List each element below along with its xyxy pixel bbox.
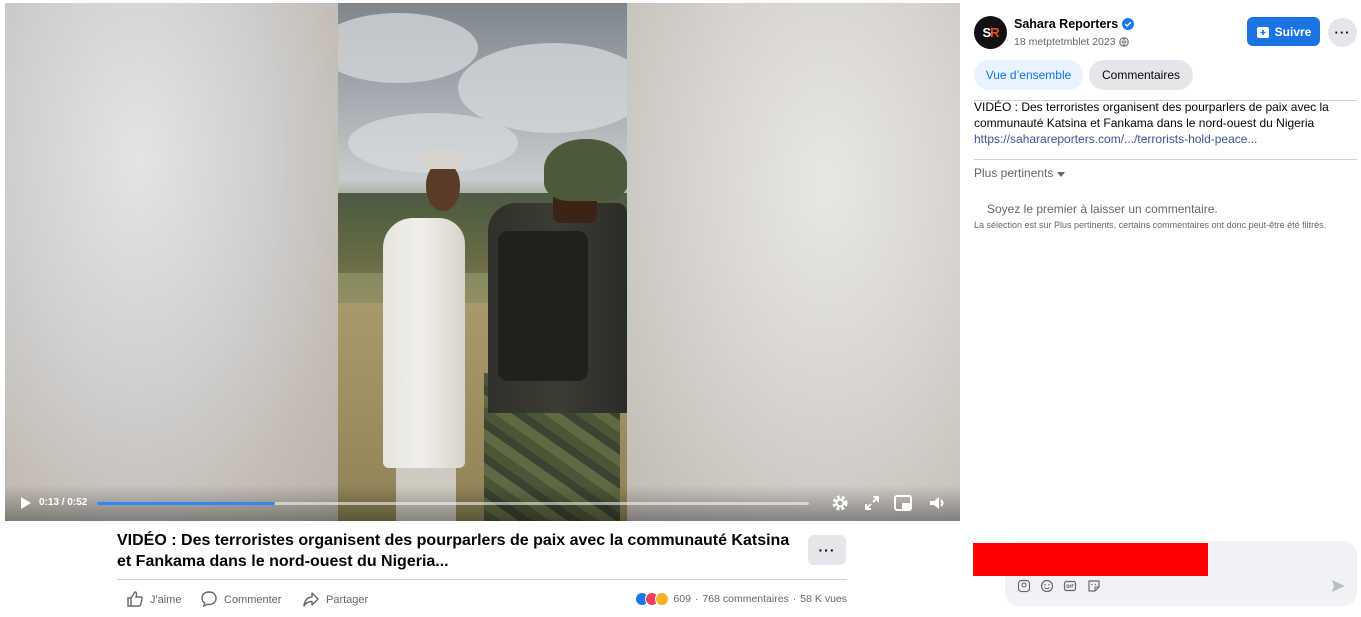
video-time: 0:13 / 0:52 (39, 497, 88, 508)
gear-icon[interactable] (830, 493, 850, 513)
post-more-button[interactable]: ··· (808, 535, 846, 565)
video-frame (338, 3, 627, 521)
article-link[interactable]: https://saharareporters.com/.../terroris… (974, 131, 1354, 147)
post-side-panel: SR Sahara Reporters 18 metptetmblet 2023… (962, 0, 1361, 617)
facebook-video-post: 0:13 / 0:52 VIDÉO : Des terroristes orga… (0, 0, 1361, 617)
empty-comments-title: Soyez le premier à laisser un commentair… (987, 202, 1218, 216)
share-button[interactable]: Partager (302, 591, 368, 609)
reaction-icons[interactable] (635, 592, 670, 606)
share-label: Partager (326, 594, 369, 606)
comment-label: Commenter (224, 594, 282, 606)
like-button[interactable]: J'aime (126, 590, 182, 611)
sort-label: Plus pertinents (974, 166, 1054, 180)
page-name-link[interactable]: Sahara Reporters (1014, 17, 1135, 31)
page-name: Sahara Reporters (1014, 17, 1119, 31)
expand-icon[interactable] (862, 493, 882, 513)
globe-icon (1118, 37, 1129, 47)
post-date[interactable]: 18 metptetmblet 2023 (1014, 36, 1129, 48)
post-caption: VIDÉO : Des terroristes organisent des p… (117, 532, 790, 570)
like-label: J'aime (150, 594, 182, 606)
divider (117, 579, 847, 580)
thumbs-up-icon (126, 590, 144, 611)
caret-down-icon (1057, 171, 1066, 177)
reaction-count[interactable]: 609 (673, 593, 691, 605)
avatar[interactable]: SR (974, 16, 1007, 49)
gif-icon[interactable] (1063, 579, 1077, 593)
follow-button[interactable]: Suivre (1247, 17, 1320, 46)
comment-button[interactable]: Commenter (200, 590, 282, 611)
redaction-block (973, 543, 1208, 576)
post-stats: 609 · 768 commentaires · 58 K vues (635, 592, 847, 606)
video-blur-right (627, 3, 960, 521)
panel-more-button[interactable]: ··· (1328, 18, 1357, 47)
avatar-sticker-icon[interactable] (1017, 579, 1031, 593)
divider (974, 159, 1357, 160)
comment-bubble-icon (200, 590, 218, 611)
tab-comments[interactable]: Commentaires (1089, 60, 1193, 90)
post-description: VIDÉO : Des terroristes organisent des p… (974, 99, 1354, 147)
stats-separator: · (792, 593, 797, 605)
tab-overview[interactable]: Vue d’ensemble (974, 60, 1083, 90)
video-player[interactable]: 0:13 / 0:52 (5, 3, 960, 521)
video-controls: 0:13 / 0:52 (5, 485, 960, 521)
post-description-text: VIDÉO : Des terroristes organisent des p… (974, 100, 1329, 130)
comment-sort-dropdown[interactable]: Plus pertinents (974, 166, 1066, 180)
sticker-icon[interactable] (1087, 579, 1101, 593)
empty-comments-note: La sélection est sur Plus pertinents, ce… (974, 220, 1327, 230)
avatar-letter-s: S (982, 25, 991, 40)
comment-count[interactable]: 768 commentaires (702, 593, 788, 605)
follow-plus-icon (1256, 26, 1269, 38)
view-count: 58 K vues (800, 593, 847, 605)
sad-reaction-icon (655, 592, 670, 606)
send-icon[interactable] (1330, 578, 1346, 594)
share-arrow-icon (302, 590, 320, 611)
stats-separator: · (694, 593, 699, 605)
video-progress-bar[interactable] (97, 502, 809, 505)
avatar-letter-r: R (990, 25, 999, 40)
volume-icon[interactable] (927, 493, 947, 513)
post-date-text: 18 metptetmblet 2023 (1014, 36, 1116, 48)
emoji-icon[interactable] (1040, 579, 1054, 593)
video-progress-fill (97, 502, 275, 505)
play-icon[interactable] (17, 495, 33, 511)
video-blur-left (5, 3, 338, 521)
verified-badge-icon (1122, 18, 1135, 30)
follow-label: Suivre (1274, 24, 1312, 39)
picture-in-picture-icon[interactable] (893, 493, 913, 513)
